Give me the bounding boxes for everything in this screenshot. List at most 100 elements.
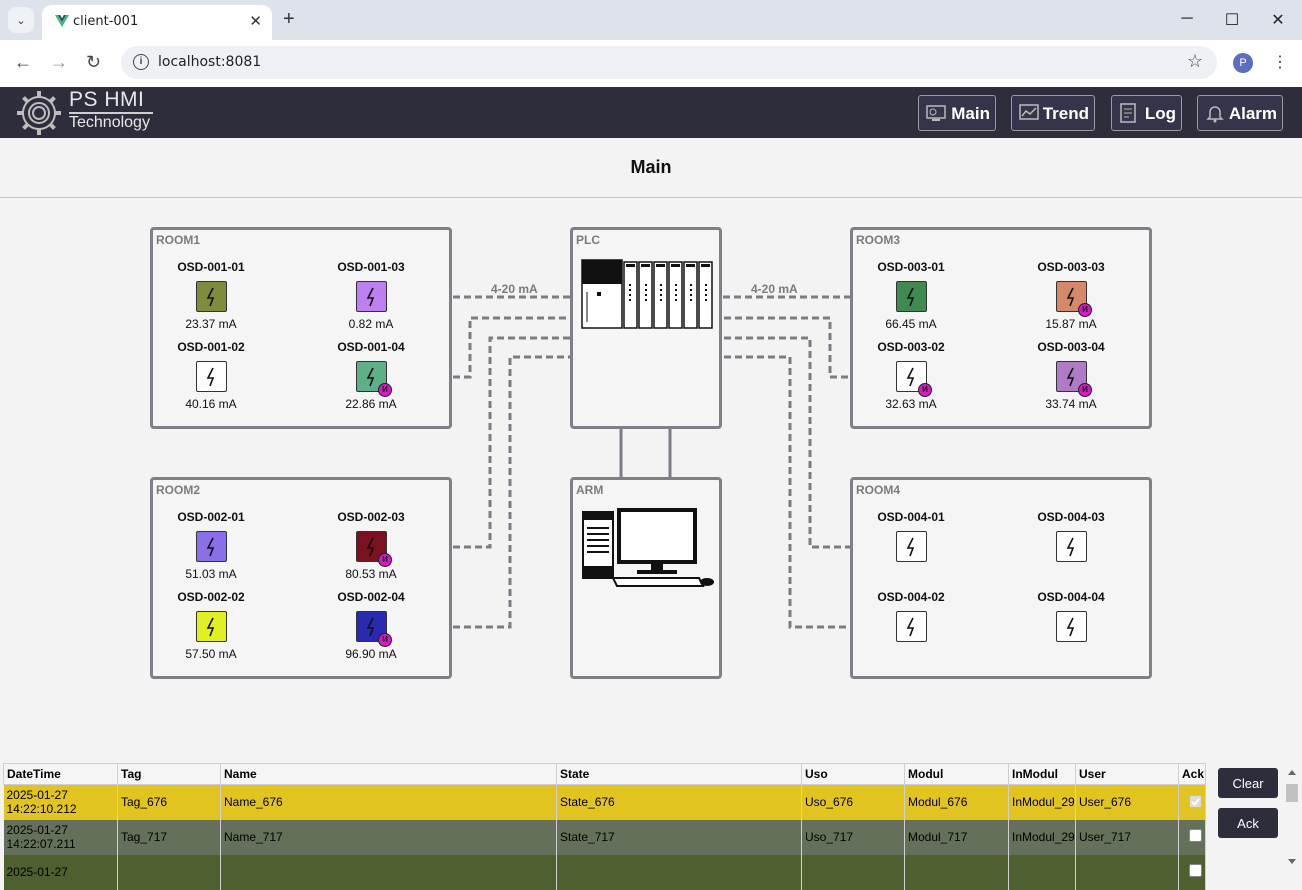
sensor-value: 0.82 mA bbox=[348, 317, 394, 331]
sensor-status-button[interactable] bbox=[356, 281, 387, 312]
link-label-right: 4-20 mA bbox=[751, 282, 798, 296]
sensor-status-button[interactable]: И bbox=[356, 361, 392, 397]
ack-button[interactable]: Ack bbox=[1218, 808, 1278, 838]
sensor-status-button[interactable] bbox=[896, 531, 927, 562]
window-close-button[interactable]: ✕ bbox=[1268, 10, 1288, 30]
sensor-status-button[interactable] bbox=[896, 281, 927, 312]
new-tab-button[interactable]: + bbox=[283, 8, 295, 31]
sensor-status-button[interactable] bbox=[196, 281, 227, 312]
sensor-status-button[interactable]: И bbox=[1056, 281, 1092, 317]
sensor-name: OSD-004-04 bbox=[1037, 590, 1105, 604]
cell-ack bbox=[1178, 784, 1206, 820]
column-header[interactable]: DateTime bbox=[3, 763, 118, 785]
cell-uso bbox=[801, 854, 905, 890]
nav-main-button[interactable]: Main bbox=[918, 95, 996, 131]
sensor-status-button[interactable]: И bbox=[896, 361, 932, 397]
main-screen-icon bbox=[926, 105, 946, 121]
log-scrollbar[interactable] bbox=[1284, 764, 1300, 864]
table-row[interactable]: 2025-01-27 14:22:10.212 Tag_676 Name_676 Sta… bbox=[3, 784, 1206, 820]
plc-rack-icon bbox=[581, 259, 713, 329]
sensor-status-button[interactable]: И bbox=[1056, 361, 1092, 397]
cell-state bbox=[556, 854, 802, 890]
room-label: ROOM4 bbox=[856, 483, 901, 497]
sensor-name: OSD-003-02 bbox=[877, 340, 945, 354]
sensor-name: OSD-002-02 bbox=[177, 590, 245, 604]
nav-log-label: Log bbox=[1144, 104, 1176, 123]
reload-button[interactable]: ↻ bbox=[86, 52, 101, 73]
browser-menu-icon[interactable]: ⋮ bbox=[1272, 52, 1288, 72]
sensor-status-button[interactable] bbox=[196, 611, 227, 642]
sensor-status-button[interactable] bbox=[1056, 531, 1087, 562]
cell-modul bbox=[904, 854, 1009, 890]
sensor-value: 57.50 mA bbox=[185, 647, 237, 661]
nav-trend-button[interactable]: Trend bbox=[1011, 95, 1095, 131]
column-header[interactable]: State bbox=[556, 763, 802, 785]
cell-tag: Tag_717 bbox=[117, 819, 221, 855]
table-row[interactable]: 2025-01-27 bbox=[3, 854, 1206, 890]
sensor-status-button[interactable]: И bbox=[356, 531, 392, 567]
tab-title: client-001 bbox=[73, 14, 139, 29]
column-header[interactable]: Tag bbox=[117, 763, 221, 785]
nav-alarm-label: Alarm bbox=[1228, 104, 1277, 123]
tab-close-icon[interactable]: ✕ bbox=[249, 12, 262, 30]
cell-name: Name_717 bbox=[220, 819, 557, 855]
browser-tab[interactable]: client-001 ✕ bbox=[42, 5, 272, 40]
cell-inmodul: InModul_29 bbox=[1008, 819, 1076, 855]
ack-checkbox[interactable] bbox=[1189, 864, 1202, 877]
address-bar[interactable]: i localhost:8081 ☆ bbox=[121, 46, 1217, 79]
bookmark-star-icon[interactable]: ☆ bbox=[1187, 51, 1203, 72]
column-header[interactable]: Modul bbox=[904, 763, 1009, 785]
minimize-button[interactable]: ─ bbox=[1177, 10, 1197, 28]
column-header[interactable]: Name bbox=[220, 763, 557, 785]
maintenance-marker-icon: И bbox=[378, 633, 392, 647]
sensor-status-button[interactable] bbox=[196, 361, 227, 392]
cell-time: 14:22:07.211 bbox=[6, 837, 76, 851]
ack-checkbox[interactable] bbox=[1189, 794, 1202, 808]
url-text[interactable]: localhost:8081 bbox=[158, 54, 261, 70]
arm-label: ARM bbox=[576, 483, 604, 497]
tab-search-button[interactable]: ⌄ bbox=[8, 7, 34, 33]
sensor-status-button[interactable] bbox=[896, 611, 927, 642]
column-header[interactable]: User bbox=[1075, 763, 1179, 785]
workstation-icon bbox=[582, 508, 714, 587]
lightning-bolt-icon bbox=[366, 367, 374, 386]
arm-box[interactable]: ARM bbox=[570, 477, 722, 679]
nav-alarm-button[interactable]: Alarm bbox=[1197, 95, 1283, 131]
room-label: ROOM2 bbox=[156, 483, 201, 497]
column-header[interactable]: Uso bbox=[801, 763, 905, 785]
browser-toolbar: ← → ↻ i localhost:8081 ☆ P ⋮ bbox=[0, 40, 1302, 87]
nav-log-button[interactable]: Log bbox=[1111, 95, 1182, 131]
forward-button[interactable]: → bbox=[50, 52, 68, 73]
table-row[interactable]: 2025-01-27 14:22:07.211 Tag_717 Name_717 Sta… bbox=[3, 819, 1206, 855]
lightning-bolt-icon bbox=[366, 287, 374, 306]
column-header[interactable]: InModul bbox=[1008, 763, 1076, 785]
cell-modul: Modul_717 bbox=[904, 819, 1009, 855]
site-info-icon[interactable]: i bbox=[133, 54, 149, 70]
sensor-value: 15.87 mA bbox=[1045, 317, 1097, 331]
event-log-table: DateTime Tag Name State Uso Modul InModul User A… bbox=[3, 763, 1206, 890]
plc-box[interactable]: PLC bbox=[570, 227, 722, 429]
chevron-down-icon: ⌄ bbox=[16, 14, 26, 27]
cell-tag: Tag_676 bbox=[117, 784, 221, 820]
column-header[interactable]: Ack bbox=[1178, 763, 1206, 785]
sensor-status-button[interactable] bbox=[1056, 611, 1087, 642]
back-button[interactable]: ← bbox=[14, 52, 32, 73]
lightning-bolt-icon bbox=[206, 617, 214, 636]
logo-subtitle: Technology bbox=[69, 114, 150, 131]
profile-avatar[interactable]: P bbox=[1233, 53, 1253, 73]
sensor-status-button[interactable]: И bbox=[356, 611, 392, 647]
link-label-left: 4-20 mA bbox=[491, 282, 538, 296]
sensor-name: OSD-004-03 bbox=[1037, 510, 1105, 524]
ack-checkbox[interactable] bbox=[1189, 829, 1202, 842]
maintenance-marker-icon: И bbox=[918, 383, 932, 397]
event-log-panel: DateTime Tag Name State Uso Modul InModul User A… bbox=[0, 758, 1302, 890]
lightning-bolt-icon bbox=[906, 617, 914, 636]
sensor-name: OSD-001-02 bbox=[177, 340, 245, 354]
sensor-value: 40.16 mA bbox=[185, 397, 237, 411]
maintenance-marker-icon: И bbox=[378, 553, 392, 567]
sensor-status-button[interactable] bbox=[196, 531, 227, 562]
cell-user: User_676 bbox=[1075, 784, 1179, 820]
cell-datetime: 2025-01-27 14:22:10.212 bbox=[3, 784, 118, 820]
clear-button[interactable]: Clear bbox=[1218, 768, 1278, 798]
maximize-button[interactable]: ☐ bbox=[1222, 10, 1242, 30]
